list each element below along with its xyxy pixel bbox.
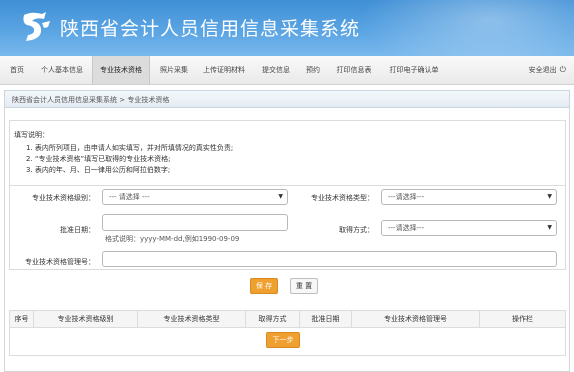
header-banner: 陕西省会计人员信用信息采集系统 <box>0 0 574 56</box>
nav-item-home[interactable]: 首页 <box>6 56 28 84</box>
breadcrumb: 陕西省会计人员信用信息采集系统 > 专业技术资格 <box>12 96 170 104</box>
type-label: 专业技术资格类型： <box>311 194 374 202</box>
nav-item-upload[interactable]: 上传证明材料 <box>198 56 250 84</box>
logout-label: 安全退出 <box>528 66 557 74</box>
level-select[interactable]: --- 请选择 --- ▼ <box>102 189 288 205</box>
table-header: 序号 专业技术资格级别 专业技术资格类型 取得方式 批准日期 专业技术资格管理号… <box>10 311 565 328</box>
instruction-line: 3. 表内的年、月、日一律用公历和阿拉伯数字; <box>26 166 171 174</box>
nav-item-print-confirm[interactable]: 打印电子确认单 <box>384 56 444 84</box>
type-select[interactable]: ---请选择--- ▼ <box>381 189 557 205</box>
breadcrumb-bar: 陕西省会计人员信用信息采集系统 > 专业技术资格 <box>4 90 570 108</box>
level-select-value: --- 请选择 --- <box>109 193 150 201</box>
approval-date-label: 批准日期： <box>60 226 95 234</box>
column-header: 专业技术资格级别 <box>34 311 138 328</box>
instruction-line: 2. “专业技术资格”填写已取得的专业技术资格; <box>26 155 171 163</box>
save-button[interactable]: 保 存 <box>250 278 278 294</box>
nav-item-appointment[interactable]: 预约 <box>302 56 324 84</box>
column-header: 专业技术资格管理号 <box>352 311 480 328</box>
chevron-down-icon: ▼ <box>278 193 283 200</box>
acquire-method-value: ---请选择--- <box>388 224 425 232</box>
chevron-down-icon: ▼ <box>547 193 552 200</box>
nav-item-professional-qualification[interactable]: 专业技术资格 <box>92 56 150 84</box>
mgmt-number-input[interactable] <box>102 251 557 267</box>
banner-glow <box>360 0 574 56</box>
chevron-down-icon: ▼ <box>547 224 552 231</box>
level-label: 专业技术资格级别： <box>32 194 95 202</box>
nav-item-personal-info[interactable]: 个人基本信息 <box>36 56 88 84</box>
date-format-hint: 格式说明：yyyy-MM-dd,例如1990-09-09 <box>105 235 240 243</box>
power-icon: ⏻ <box>559 65 566 74</box>
column-header: 批准日期 <box>300 311 352 328</box>
main-nav: 首页 个人基本信息 专业技术资格 照片采集 上传证明材料 提交信息 预约 打印信… <box>0 56 574 85</box>
qualification-form: 专业技术资格级别： --- 请选择 --- ▼ 专业技术资格类型： ---请选择… <box>9 186 566 270</box>
instructions-title: 填写说明： <box>14 131 49 139</box>
shaanxi-logo-icon <box>23 12 50 41</box>
type-select-value: ---请选择--- <box>388 193 425 201</box>
nav-item-print-info[interactable]: 打印信息表 <box>332 56 376 84</box>
column-header: 取得方式 <box>246 311 300 328</box>
logout-button[interactable]: 安全退出 ⏻ <box>529 56 566 84</box>
next-step-button[interactable]: 下一步 <box>266 332 300 348</box>
instructions-panel: 填写说明： 1. 表内所列项目，由申请人如实填写，并对所填情况的真实性负责; 2… <box>9 120 566 186</box>
column-header: 操作栏 <box>512 315 533 323</box>
acquire-method-label: 取得方式： <box>339 226 374 234</box>
approval-date-input[interactable] <box>102 214 288 231</box>
reset-button[interactable]: 重 置 <box>290 278 318 294</box>
site-title: 陕西省会计人员信用信息采集系统 <box>60 18 361 40</box>
nav-item-photo[interactable]: 照片采集 <box>156 56 192 84</box>
acquire-method-select[interactable]: ---请选择--- ▼ <box>381 220 557 236</box>
mgmt-number-label: 专业技术资格管理号： <box>25 258 95 266</box>
nav-item-submit[interactable]: 提交信息 <box>258 56 294 84</box>
column-header: 序号 <box>10 311 34 328</box>
column-header: 专业技术资格类型 <box>138 311 246 328</box>
instruction-line: 1. 表内所列项目，由申请人如实填写，并对所填情况的真实性负责; <box>26 144 234 152</box>
